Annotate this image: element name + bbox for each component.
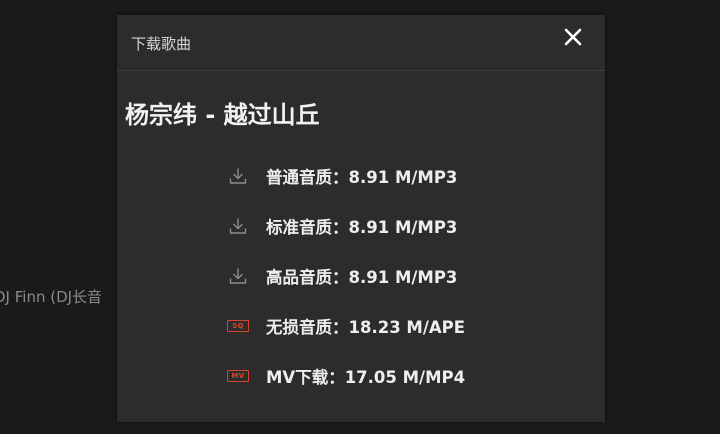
option-label: 无损音质：18.23 M/APE [266, 318, 466, 337]
download-option-mv[interactable]: MV MV下载：17.05 M/MP4 [227, 362, 465, 390]
download-option-lossless[interactable]: SQ 无损音质：18.23 M/APE [227, 312, 465, 340]
sq-badge: SQ [227, 320, 249, 332]
download-option-standard[interactable]: 标准音质：8.91 M/MP3 [227, 212, 457, 240]
close-icon [564, 28, 582, 46]
mv-badge: MV [227, 370, 249, 382]
download-song-dialog: 下载歌曲 杨宗纬 - 越过山丘 普通音质：8.91 M/MP3 标准音质：8.9… [117, 15, 605, 422]
download-icon [227, 166, 249, 186]
download-icon [227, 266, 249, 286]
close-button[interactable] [563, 27, 583, 47]
dialog-header: 下载歌曲 [117, 15, 605, 71]
option-label: 标准音质：8.91 M/MP3 [266, 218, 458, 237]
sq-badge-icon: SQ [227, 316, 249, 336]
download-option-high[interactable]: 高品音质：8.91 M/MP3 [227, 262, 457, 290]
option-label: 普通音质：8.91 M/MP3 [266, 168, 458, 187]
dialog-title: 下载歌曲 [131, 35, 192, 53]
option-label: 高品音质：8.91 M/MP3 [266, 268, 458, 287]
download-option-normal[interactable]: 普通音质：8.91 M/MP3 [227, 162, 457, 190]
option-label: MV下载：17.05 M/MP4 [266, 368, 466, 387]
download-icon [227, 216, 249, 236]
song-title: 杨宗纬 - 越过山丘 [125, 101, 320, 129]
mv-badge-icon: MV [227, 366, 249, 386]
background-track-text: DJ Finn (DJ长音 [0, 288, 103, 306]
